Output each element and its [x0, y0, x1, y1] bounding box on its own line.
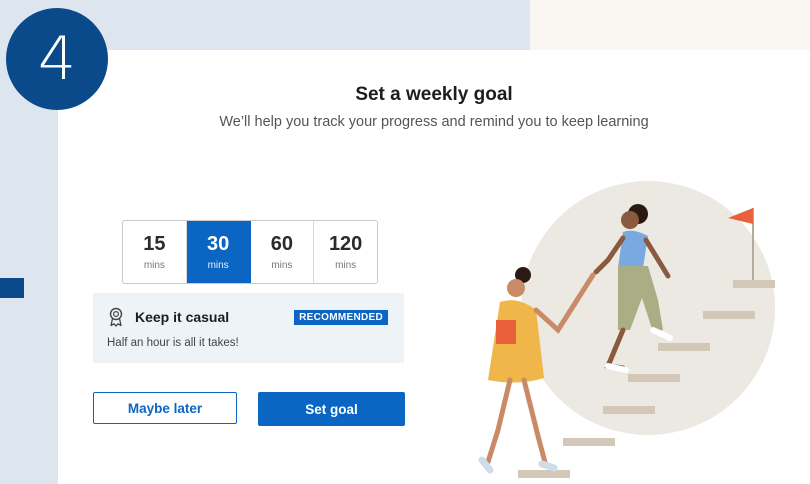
goal-option-120[interactable]: 120 mins — [314, 221, 377, 283]
maybe-later-button[interactable]: Maybe later — [93, 392, 237, 424]
step-number: 4 — [37, 24, 77, 94]
goal-option-unit: mins — [207, 260, 229, 271]
goal-option-30[interactable]: 30 mins — [186, 221, 251, 283]
goal-option-15[interactable]: 15 mins — [123, 221, 187, 283]
page-title: Set a weekly goal — [355, 84, 513, 105]
goal-level-title: Keep it casual — [135, 309, 230, 325]
goal-duration-selector: 15 mins 30 mins 60 mins 120 mins — [122, 220, 378, 284]
page-subtitle: We’ll help you track your progress and r… — [219, 114, 649, 130]
set-goal-button[interactable]: Set goal — [258, 392, 405, 426]
goal-card: Set a weekly goal We’ll help you track y… — [58, 50, 810, 484]
goal-description-panel: Keep it casual RECOMMENDED Half an hour … — [93, 293, 404, 363]
goal-option-value: 15 — [143, 233, 166, 255]
award-ribbon-icon — [109, 307, 123, 327]
goal-option-value: 30 — [207, 233, 230, 255]
goal-option-value: 60 — [270, 233, 293, 255]
goal-option-unit: mins — [271, 260, 293, 271]
goal-option-unit: mins — [143, 260, 165, 271]
goal-level-description: Half an hour is all it takes! — [107, 337, 239, 349]
left-accent-bar — [0, 278, 24, 298]
goal-option-unit: mins — [335, 260, 357, 271]
step-number-badge: 4 — [6, 8, 108, 110]
climbing-stairs-illustration — [478, 181, 775, 478]
goal-option-value: 120 — [328, 233, 363, 255]
recommended-badge: RECOMMENDED — [294, 310, 388, 325]
goal-option-60[interactable]: 60 mins — [251, 221, 315, 283]
